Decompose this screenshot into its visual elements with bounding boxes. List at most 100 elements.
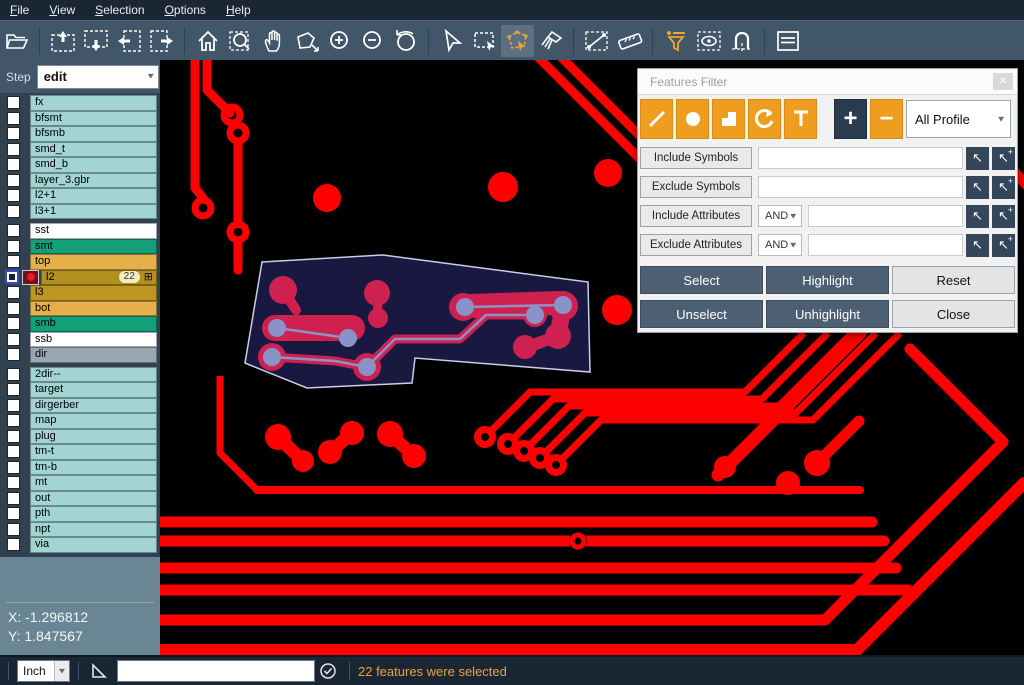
- layer-row[interactable]: ssb: [0, 332, 160, 348]
- layer-visibility-checkbox[interactable]: [7, 461, 20, 474]
- pan-down-button[interactable]: [79, 25, 112, 57]
- zoom-out-button[interactable]: [356, 25, 389, 57]
- layer-row[interactable]: target: [0, 382, 160, 398]
- layer-name-cell[interactable]: out: [30, 491, 157, 507]
- layer-visibility-checkbox[interactable]: [7, 158, 20, 171]
- layer-name-cell[interactable]: smb: [30, 316, 157, 332]
- pick-arrow-plus-icon[interactable]: ↖+: [992, 234, 1015, 257]
- layer-name-cell[interactable]: l3+1: [30, 204, 157, 220]
- ruler-button[interactable]: [613, 25, 646, 57]
- menu-view[interactable]: View: [39, 1, 85, 19]
- layer-name-cell[interactable]: target: [30, 382, 157, 398]
- layer-name-cell[interactable]: npt: [30, 522, 157, 538]
- layer-name-cell[interactable]: smt: [30, 239, 157, 255]
- pick-arrow-plus-icon[interactable]: ↖+: [992, 176, 1015, 199]
- layer-visibility-checkbox[interactable]: [7, 476, 20, 489]
- pick-arrow-icon[interactable]: ↖: [966, 147, 989, 170]
- layer-visibility-checkbox[interactable]: [7, 240, 20, 253]
- layer-visibility-checkbox[interactable]: [7, 205, 20, 218]
- polygon-select-button[interactable]: [501, 25, 534, 57]
- layer-visibility-checkbox[interactable]: [7, 414, 20, 427]
- layer-row[interactable]: fx: [0, 95, 160, 111]
- close-button[interactable]: Close: [892, 300, 1015, 328]
- layer-name-cell[interactable]: map: [30, 413, 157, 429]
- layer-visibility-checkbox[interactable]: [7, 112, 20, 125]
- layer-name-cell[interactable]: dir: [30, 347, 157, 363]
- pan-right-button[interactable]: [145, 25, 178, 57]
- menu-options[interactable]: Options: [155, 1, 216, 19]
- menu-file[interactable]: File: [0, 1, 39, 19]
- include-attributes-button[interactable]: Include Attributes: [640, 205, 752, 227]
- layer-row[interactable]: smd_b: [0, 157, 160, 173]
- layer-visibility-checkbox[interactable]: [7, 333, 20, 346]
- layer-visibility-checkbox[interactable]: [7, 189, 20, 202]
- layer-visibility-checkbox[interactable]: [7, 143, 20, 156]
- layer-name-cell[interactable]: fx: [30, 95, 157, 111]
- layer-visibility-checkbox[interactable]: [7, 492, 20, 505]
- layer-row[interactable]: 2dir--: [0, 367, 160, 383]
- unselect-button[interactable]: Unselect: [640, 300, 763, 328]
- layer-name-cell[interactable]: bfsmt: [30, 111, 157, 127]
- layer-row[interactable]: l222⊞: [0, 270, 160, 286]
- layer-visibility-checkbox[interactable]: [5, 270, 19, 284]
- layer-name-cell[interactable]: layer_3.gbr: [30, 173, 157, 189]
- layer-name-cell[interactable]: sst: [30, 223, 157, 239]
- layer-row[interactable]: l2+1: [0, 188, 160, 204]
- layer-name-cell[interactable]: via: [30, 537, 157, 553]
- select-button[interactable]: Select: [640, 266, 763, 294]
- layer-row[interactable]: l3: [0, 285, 160, 301]
- include-attributes-input[interactable]: [808, 205, 963, 227]
- layer-row[interactable]: smb: [0, 316, 160, 332]
- exclude-attributes-button[interactable]: Exclude Attributes: [640, 234, 752, 256]
- dialog-title-bar[interactable]: Features Filter ✕: [638, 69, 1017, 95]
- layer-visibility-checkbox[interactable]: [7, 127, 20, 140]
- reset-button[interactable]: Reset: [892, 266, 1015, 294]
- pad-feature-button[interactable]: [676, 99, 709, 139]
- layer-row[interactable]: plug: [0, 429, 160, 445]
- layer-row[interactable]: l3+1: [0, 204, 160, 220]
- surface-feature-button[interactable]: [712, 99, 745, 139]
- layer-row[interactable]: dir: [0, 347, 160, 363]
- pick-arrow-icon[interactable]: ↖: [966, 205, 989, 228]
- layer-name-cell[interactable]: plug: [30, 429, 157, 445]
- layer-row[interactable]: bot: [0, 301, 160, 317]
- layer-name-cell[interactable]: l3: [30, 285, 157, 301]
- layer-row[interactable]: npt: [0, 522, 160, 538]
- layer-row[interactable]: tm-t: [0, 444, 160, 460]
- snap-button[interactable]: [725, 25, 758, 57]
- layer-visibility-checkbox[interactable]: [7, 317, 20, 330]
- include-attributes-logic-select[interactable]: AND ▼: [758, 205, 802, 227]
- layer-row[interactable]: bfsmt: [0, 111, 160, 127]
- layer-visibility-checkbox[interactable]: [7, 399, 20, 412]
- layer-row[interactable]: smt: [0, 239, 160, 255]
- layer-visibility-checkbox[interactable]: [7, 507, 20, 520]
- pan-left-button[interactable]: [112, 25, 145, 57]
- layer-row[interactable]: top: [0, 254, 160, 270]
- layer-visibility-checkbox[interactable]: [7, 348, 20, 361]
- refresh-icon[interactable]: [319, 662, 337, 680]
- angle-snap-icon[interactable]: [91, 663, 109, 679]
- pick-arrow-icon[interactable]: ↖: [966, 234, 989, 257]
- layer-name-cell[interactable]: bot: [30, 301, 157, 317]
- layer-visibility-checkbox[interactable]: [7, 523, 20, 536]
- step-select[interactable]: edit ▼: [37, 65, 159, 89]
- layer-row[interactable]: sst: [0, 223, 160, 239]
- select-tool-button[interactable]: [435, 25, 468, 57]
- layer-visibility-checkbox[interactable]: [7, 286, 20, 299]
- measure-button[interactable]: [580, 25, 613, 57]
- layer-visibility-checkbox[interactable]: [7, 302, 20, 315]
- exclude-symbols-input[interactable]: [758, 176, 963, 198]
- command-input[interactable]: [117, 660, 315, 682]
- layer-row[interactable]: pth: [0, 506, 160, 522]
- line-feature-button[interactable]: [640, 99, 673, 139]
- view-options-button[interactable]: [692, 25, 725, 57]
- layer-visibility-checkbox[interactable]: [7, 430, 20, 443]
- exclude-attributes-logic-select[interactable]: AND ▼: [758, 234, 802, 256]
- layer-visibility-checkbox[interactable]: [7, 538, 20, 551]
- layer-visibility-checkbox[interactable]: [7, 383, 20, 396]
- layer-name-cell[interactable]: ssb: [30, 332, 157, 348]
- layer-visibility-checkbox[interactable]: [7, 255, 20, 268]
- layer-visibility-checkbox[interactable]: [7, 368, 20, 381]
- pick-arrow-icon[interactable]: ↖: [966, 176, 989, 199]
- menu-help[interactable]: Help: [216, 1, 261, 19]
